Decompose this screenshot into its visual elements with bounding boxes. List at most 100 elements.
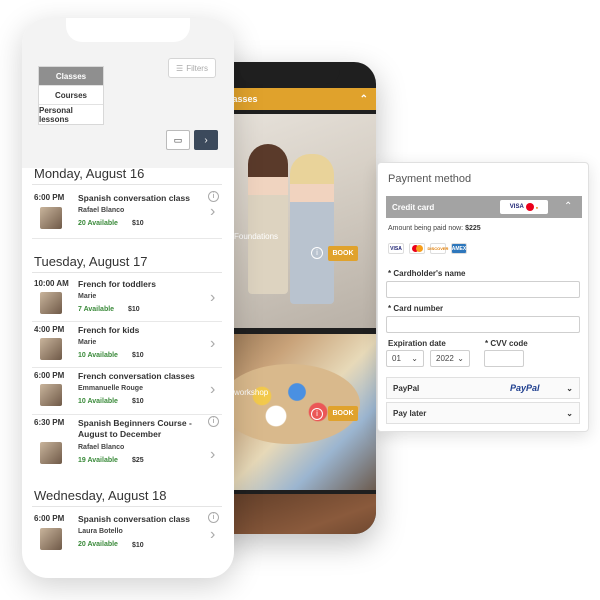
expiration-month-select[interactable]: 01 ⌄ bbox=[386, 350, 424, 367]
next-week-button[interactable]: › bbox=[194, 130, 218, 150]
divider bbox=[32, 184, 222, 185]
classes-header-label: lasses bbox=[230, 94, 258, 104]
book-button[interactable]: BOOK bbox=[328, 246, 358, 261]
class-price: $10 bbox=[132, 220, 144, 227]
card-number-label-text: Card number bbox=[393, 304, 444, 313]
amount-due: Amount being paid now: $225 bbox=[388, 225, 481, 232]
info-icon[interactable]: i bbox=[311, 247, 323, 259]
book-button[interactable]: BOOK bbox=[328, 406, 358, 421]
visa-card-icon: VISA bbox=[388, 243, 404, 254]
teacher-avatar bbox=[40, 442, 62, 464]
class-price: $10 bbox=[132, 352, 144, 359]
info-icon[interactable]: i bbox=[208, 512, 219, 523]
class-time: 6:30 PM bbox=[34, 418, 65, 427]
class-teacher: Emmanuelle Rouge bbox=[78, 385, 143, 392]
amex-card-icon: AMEX bbox=[451, 243, 467, 254]
class-price: $10 bbox=[132, 542, 144, 549]
class-price: $25 bbox=[132, 457, 144, 464]
class-title: Spanish Beginners Course - August to Dec… bbox=[78, 418, 192, 439]
class-card-caption-1: Foundations bbox=[234, 232, 279, 241]
chevron-right-icon[interactable]: › bbox=[210, 446, 215, 464]
chevron-down-icon: ⌄ bbox=[566, 408, 573, 418]
cardholder-label: * Cardholder's name bbox=[388, 269, 466, 278]
segment-personal-lessons[interactable]: Personal lessons bbox=[39, 105, 103, 124]
cvv-input[interactable] bbox=[484, 350, 524, 367]
class-teacher: Rafael Blanco bbox=[78, 207, 125, 214]
class-time: 6:00 PM bbox=[34, 514, 65, 523]
chevron-right-icon[interactable]: › bbox=[210, 335, 215, 353]
class-time: 10:00 AM bbox=[34, 279, 69, 288]
card-brands-badge: VISA ● bbox=[500, 200, 548, 214]
divider bbox=[32, 414, 222, 415]
info-icon[interactable]: i bbox=[208, 416, 219, 427]
segment-control: Classes Courses Personal lessons bbox=[38, 66, 104, 125]
class-title: French for kids bbox=[78, 325, 140, 335]
cardholder-label-text: Cardholder's name bbox=[393, 269, 466, 278]
mastercard-icon bbox=[525, 203, 534, 211]
class-availability: 20 Available bbox=[78, 541, 118, 548]
visa-logo: VISA bbox=[509, 204, 524, 210]
class-title: French for toddlers bbox=[78, 279, 156, 289]
teacher-avatar bbox=[40, 338, 62, 360]
divider bbox=[32, 272, 222, 273]
paypal-option[interactable]: PayPal ⌄ bbox=[386, 377, 580, 399]
class-time: 6:00 PM bbox=[34, 371, 65, 380]
day-title-monday: Monday, August 16 bbox=[34, 166, 145, 181]
calendar-icon: ▭ bbox=[173, 134, 183, 145]
chevron-right-icon[interactable]: › bbox=[210, 526, 215, 544]
chevron-right-icon[interactable]: › bbox=[210, 381, 215, 399]
cvv-label: * CVV code bbox=[485, 339, 528, 348]
required-mark: * bbox=[388, 269, 392, 278]
info-icon[interactable]: i bbox=[208, 191, 219, 202]
info-icon[interactable]: i bbox=[311, 408, 323, 420]
divider bbox=[32, 506, 222, 507]
teacher-figure bbox=[290, 154, 334, 304]
chevron-up-icon[interactable]: ⌃ bbox=[564, 201, 572, 212]
filters-button[interactable]: ☰ Filters bbox=[168, 58, 216, 78]
pay-later-option[interactable]: Pay later ⌄ bbox=[386, 402, 580, 424]
required-mark: * bbox=[388, 304, 392, 313]
phone-notch bbox=[66, 18, 190, 42]
card-number-label: * Card number bbox=[388, 304, 443, 313]
class-title: Spanish conversation class bbox=[78, 193, 190, 203]
divider bbox=[32, 238, 222, 239]
class-availability: 19 Available bbox=[78, 457, 118, 464]
accepted-cards: VISA DISCOVER AMEX bbox=[388, 243, 467, 254]
calendar-button[interactable]: ▭ bbox=[166, 130, 190, 150]
filters-label: Filters bbox=[186, 63, 208, 73]
paypal-logo: PayPal bbox=[510, 383, 540, 393]
cvv-label-text: CVV code bbox=[490, 339, 528, 348]
class-availability: 20 Available bbox=[78, 220, 118, 227]
class-price: $10 bbox=[128, 306, 140, 313]
cardholder-name-input[interactable] bbox=[386, 281, 580, 298]
mastercard-card-icon bbox=[409, 243, 425, 254]
class-availability: 7 Available bbox=[78, 306, 115, 313]
card-number-input[interactable] bbox=[386, 316, 580, 333]
segment-courses[interactable]: Courses bbox=[39, 86, 103, 105]
class-teacher: Marie bbox=[78, 293, 97, 300]
expiration-year-select[interactable]: 2022 ⌄ bbox=[430, 350, 470, 367]
segment-classes[interactable]: Classes bbox=[39, 67, 103, 86]
chevron-right-icon[interactable]: › bbox=[210, 203, 215, 221]
chevron-up-icon: ⌃ bbox=[359, 93, 368, 105]
chevron-right-icon[interactable]: › bbox=[210, 289, 215, 307]
chevron-down-icon: ⌄ bbox=[411, 354, 418, 363]
teacher-avatar bbox=[40, 207, 62, 229]
class-teacher: Marie bbox=[78, 339, 97, 346]
class-time: 6:00 PM bbox=[34, 193, 65, 202]
discover-card-icon: DISCOVER bbox=[428, 243, 448, 254]
phone-notch bbox=[240, 62, 340, 84]
chevron-right-icon: › bbox=[204, 134, 208, 146]
schedule-phone: Classes Courses Personal lessons ☰ Filte… bbox=[22, 18, 234, 578]
amount-value: $225 bbox=[465, 225, 481, 232]
credit-card-accordion[interactable]: Credit card bbox=[386, 196, 582, 218]
class-card-caption-2: workshop bbox=[234, 388, 269, 397]
divider bbox=[32, 321, 222, 322]
teacher-avatar bbox=[40, 292, 62, 314]
class-title: French conversation classes bbox=[78, 371, 195, 381]
credit-card-label: Credit card bbox=[392, 202, 435, 212]
expiration-label: Expiration date bbox=[388, 339, 446, 348]
paint-palette bbox=[220, 364, 360, 444]
payment-panel: Payment method Credit card VISA ● ⌃ Amou… bbox=[377, 162, 589, 432]
class-price: $10 bbox=[132, 398, 144, 405]
